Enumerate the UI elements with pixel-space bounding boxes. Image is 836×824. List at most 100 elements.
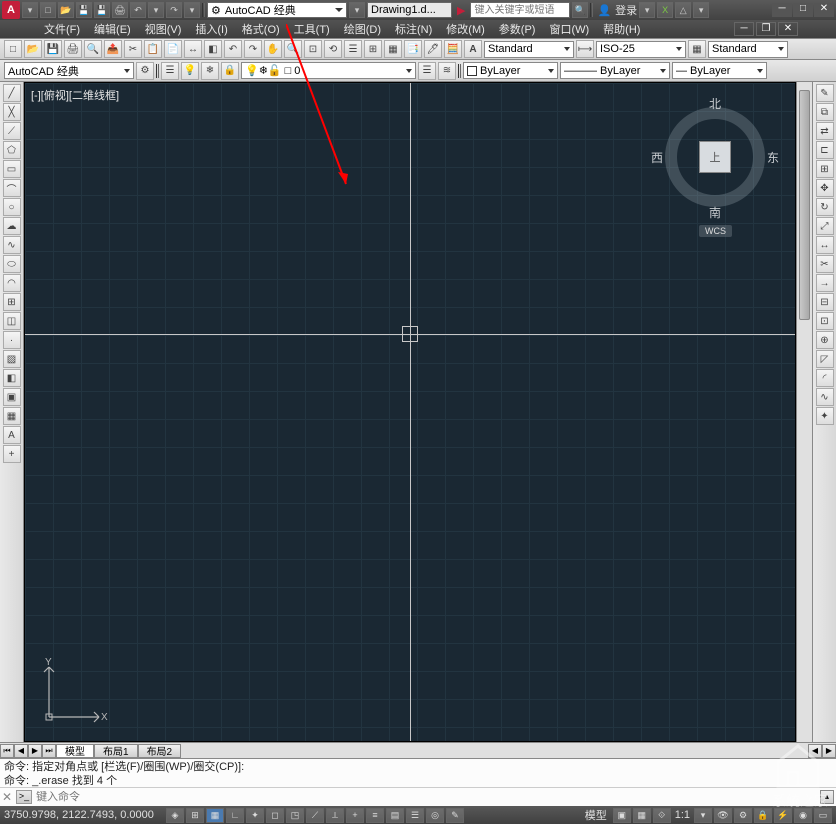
horizontal-scrollbar[interactable] <box>183 745 806 757</box>
anno-vis-icon[interactable]: 👁 <box>714 808 732 823</box>
qview-dwg-icon[interactable]: ▦ <box>633 808 651 823</box>
rectangle-icon[interactable]: ▭ <box>3 160 21 178</box>
lineweight-dropdown[interactable]: —ByLayer <box>672 62 767 79</box>
layer-match-icon[interactable]: ≋ <box>438 62 456 80</box>
point-icon[interactable]: · <box>3 331 21 349</box>
save-icon[interactable]: 💾 <box>76 2 92 18</box>
menu-insert[interactable]: 插入(I) <box>189 20 233 38</box>
scale-icon[interactable]: ⤢ <box>816 217 834 235</box>
exchange-x-icon[interactable]: X <box>657 2 673 18</box>
blend-icon[interactable]: ∿ <box>816 388 834 406</box>
block-icon[interactable]: ◧ <box>204 40 222 58</box>
insert-block-icon[interactable]: ⊞ <box>3 293 21 311</box>
redo2-icon[interactable]: ↷ <box>244 40 262 58</box>
compass-north[interactable]: 北 <box>709 95 721 112</box>
extend-icon[interactable]: → <box>816 274 834 292</box>
dim-style-dropdown[interactable]: ISO-25 <box>596 41 686 58</box>
login-label[interactable]: 登录 <box>615 2 637 18</box>
osnap-icon[interactable]: ◻ <box>266 808 284 823</box>
break-icon[interactable]: ⊡ <box>816 312 834 330</box>
ellipse-arc-icon[interactable]: ◠ <box>3 274 21 292</box>
menu-format[interactable]: 格式(O) <box>236 20 286 38</box>
textstyle-icon[interactable]: A <box>464 40 482 58</box>
region-icon[interactable]: ▣ <box>3 388 21 406</box>
ellipse-icon[interactable]: ⬭ <box>3 255 21 273</box>
tool-pal-icon[interactable]: ▦ <box>384 40 402 58</box>
redo-drop-icon[interactable]: ▾ <box>184 2 200 18</box>
dsm-icon[interactable]: ⊞ <box>364 40 382 58</box>
addsel-icon[interactable]: + <box>3 445 21 463</box>
maximize-button[interactable]: □ <box>793 3 813 17</box>
menu-param[interactable]: 参数(P) <box>493 20 542 38</box>
ducs-icon[interactable]: ⟂ <box>326 808 344 823</box>
am-icon[interactable]: ✎ <box>446 808 464 823</box>
offset-icon[interactable]: ⊏ <box>816 141 834 159</box>
text-style-dropdown[interactable]: Standard <box>484 41 574 58</box>
tab-nav-prev[interactable]: ◀ <box>14 744 28 758</box>
coordinates[interactable]: 3750.9798, 2122.7493, 0.0000 <box>4 809 164 821</box>
menu-dimension[interactable]: 标注(N) <box>389 20 438 38</box>
color-dropdown[interactable]: ByLayer <box>463 62 558 79</box>
drawing-tab[interactable]: Drawing1.d... <box>367 2 452 18</box>
close-button[interactable]: ✕ <box>814 3 834 17</box>
open-file-icon[interactable]: 📂 <box>24 40 42 58</box>
login-drop-icon[interactable]: ▾ <box>639 2 655 18</box>
ortho-icon[interactable]: ∟ <box>226 808 244 823</box>
arc-icon[interactable]: ⌒ <box>3 179 21 197</box>
match-icon[interactable]: ↔ <box>184 40 202 58</box>
anno-scale-icon[interactable]: ⟐ <box>653 808 671 823</box>
compass-west[interactable]: 西 <box>651 149 663 166</box>
doc-restore-button[interactable]: ❐ <box>756 22 776 36</box>
3dosnap-icon[interactable]: ◳ <box>286 808 304 823</box>
dyn-icon[interactable]: + <box>346 808 364 823</box>
cut-icon[interactable]: ✂ <box>124 40 142 58</box>
rotate-icon[interactable]: ↻ <box>816 198 834 216</box>
paste-icon[interactable]: 📄 <box>164 40 182 58</box>
infer-icon[interactable]: ◈ <box>166 808 184 823</box>
polygon-icon[interactable]: ⬠ <box>3 141 21 159</box>
spline-icon[interactable]: ∿ <box>3 236 21 254</box>
menu-view[interactable]: 视图(V) <box>139 20 188 38</box>
drawing-canvas[interactable]: [-][俯视][二维线框] 上 北 南 东 西 WCS X Y <box>24 82 796 742</box>
tpy-icon[interactable]: ▤ <box>386 808 404 823</box>
print-icon[interactable]: 🖨 <box>112 2 128 18</box>
pan-icon[interactable]: ✋ <box>264 40 282 58</box>
menu-file[interactable]: 文件(F) <box>38 20 86 38</box>
undo-icon[interactable]: ↶ <box>130 2 146 18</box>
hatch-icon[interactable]: ▨ <box>3 350 21 368</box>
table-icon[interactable]: ▦ <box>3 407 21 425</box>
minimize-button[interactable]: ─ <box>772 3 792 17</box>
menu-tools[interactable]: 工具(T) <box>288 20 336 38</box>
linetype-dropdown[interactable]: ———ByLayer <box>560 62 670 79</box>
stretch-icon[interactable]: ↔ <box>816 236 834 254</box>
vertical-scrollbar[interactable] <box>796 82 812 742</box>
chamfer-icon[interactable]: ◸ <box>816 350 834 368</box>
open-icon[interactable]: 📂 <box>58 2 74 18</box>
help-search-input[interactable] <box>470 2 570 18</box>
save-file-icon[interactable]: 💾 <box>44 40 62 58</box>
join-icon[interactable]: ⊕ <box>816 331 834 349</box>
menu-edit[interactable]: 编辑(E) <box>88 20 137 38</box>
trim-icon[interactable]: ✂ <box>816 255 834 273</box>
polar-icon[interactable]: ✦ <box>246 808 264 823</box>
wcs-badge[interactable]: WCS <box>699 225 732 237</box>
tab-layout1[interactable]: 布局1 <box>94 744 138 758</box>
tab-model[interactable]: 模型 <box>56 744 94 758</box>
zoom-prev-icon[interactable]: ⟲ <box>324 40 342 58</box>
move-icon[interactable]: ✥ <box>816 179 834 197</box>
new-icon[interactable]: □ <box>40 2 56 18</box>
a360-icon[interactable]: △ <box>675 2 691 18</box>
workspace-tool-icon[interactable]: ▾ <box>349 2 365 18</box>
workspace-settings-icon[interactable]: ⚙ <box>136 62 154 80</box>
copy-obj-icon[interactable]: ⧉ <box>816 103 834 121</box>
layer-lock-icon[interactable]: 🔒 <box>221 62 239 80</box>
undo2-icon[interactable]: ↶ <box>224 40 242 58</box>
qp-icon[interactable]: ☰ <box>406 808 424 823</box>
redo-icon[interactable]: ↷ <box>166 2 182 18</box>
tab-layout2[interactable]: 布局2 <box>138 744 182 758</box>
layer-freeze-icon[interactable]: ❄ <box>201 62 219 80</box>
pline-icon[interactable]: ⟋ <box>3 122 21 140</box>
app-logo[interactable]: A <box>2 1 20 19</box>
tablestyle-icon[interactable]: ▦ <box>688 40 706 58</box>
cmd-close-icon[interactable]: ✕ <box>2 790 12 804</box>
